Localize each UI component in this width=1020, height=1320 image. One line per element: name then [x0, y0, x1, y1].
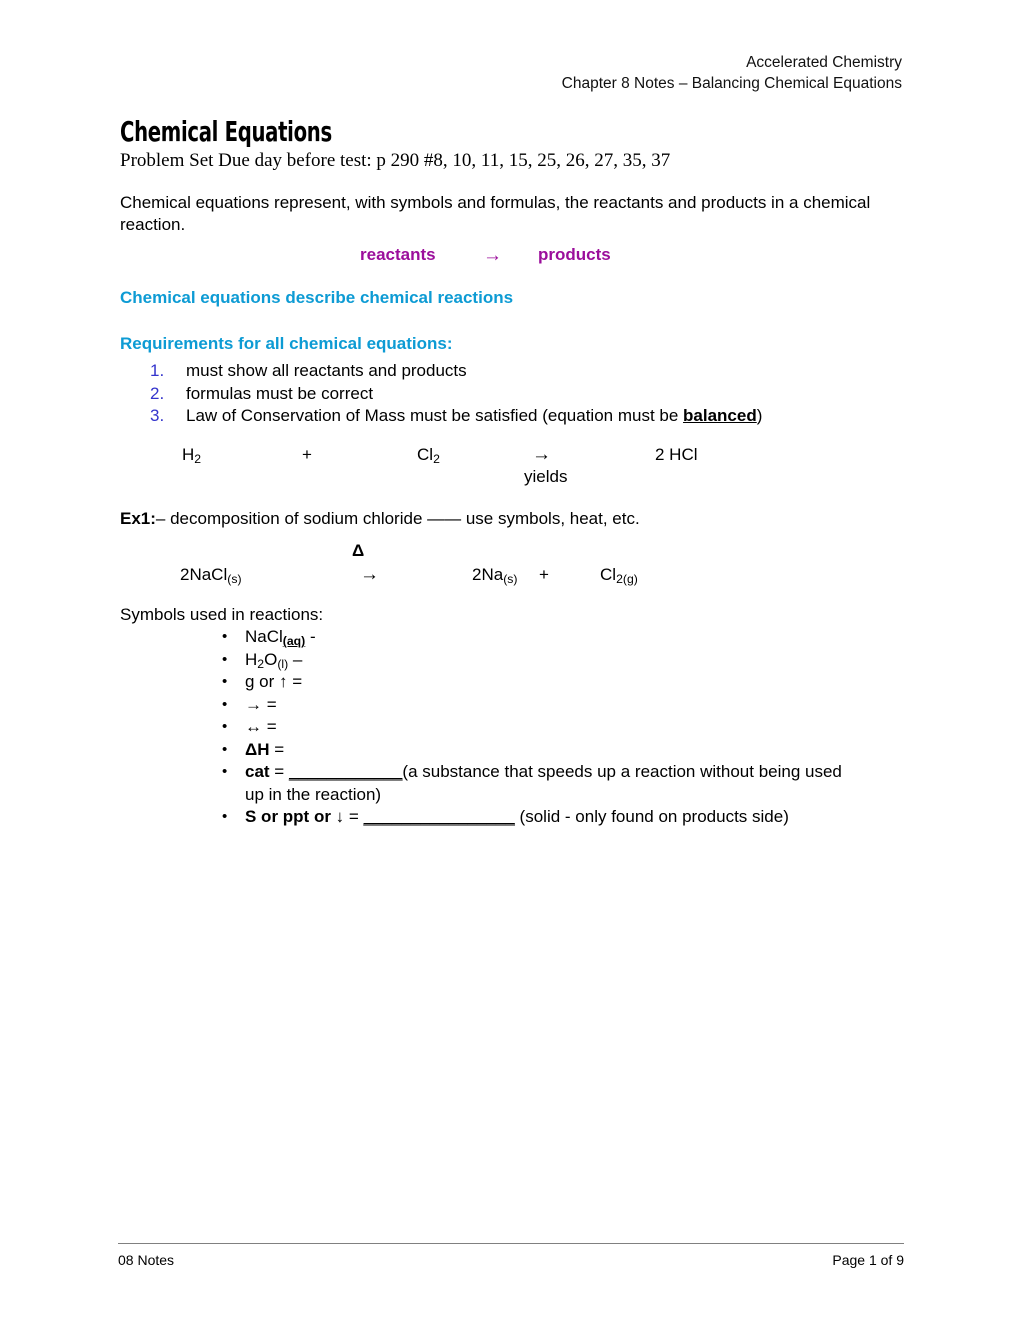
list-item: 2. formulas must be correct — [120, 383, 910, 406]
list-marker: 1. — [150, 361, 165, 380]
footer-page-number: Page 1 of 9 — [832, 1252, 904, 1268]
list-item: • → = — [120, 694, 910, 717]
reactants-label: reactants — [360, 245, 436, 264]
list-item-text: formulas must be correct — [186, 383, 374, 403]
products-label: products — [538, 245, 611, 264]
document-header: Accelerated Chemistry Chapter 8 Notes – … — [120, 52, 902, 94]
equation-sodium-chloride-decomposition: Δ 2NaCl(s) → 2Na(s) + Cl2(g) — [120, 540, 920, 588]
bullet-icon: • — [222, 650, 228, 668]
yields-arrow-icon: → — [532, 444, 551, 465]
yields-arrow-icon: → — [360, 564, 379, 585]
list-item: • ↔ = — [120, 716, 910, 739]
list-marker: 3. — [150, 406, 165, 425]
symbol-precipitate: S or ppt or ↓ = ________________ (solid … — [245, 807, 789, 826]
footer-divider — [118, 1243, 904, 1244]
header-line-chapter: Chapter 8 Notes – Balancing Chemical Equ… — [561, 75, 902, 92]
yields-arrow-label: yields — [524, 467, 568, 486]
equation-plus-sign: + — [302, 445, 312, 464]
equation-product-chlorine: Cl2(g) — [600, 565, 638, 587]
page-title: Chemical Equations — [120, 115, 332, 148]
list-marker: 2. — [150, 383, 165, 403]
equation-plus-sign: + — [539, 565, 549, 584]
document-footer: 08 Notes Page 1 of 9 — [118, 1251, 904, 1269]
delta-heat-symbol: Δ — [352, 541, 365, 560]
list-item: 3. Law of Conservation of Mass must be s… — [120, 405, 910, 428]
equation-reactant-cl2: Cl2 — [417, 445, 440, 467]
symbol-catalyst: cat = ____________(a substance that spee… — [245, 762, 842, 781]
list-item: • NaCl(aq) - — [120, 626, 910, 649]
list-item: • S or ppt or ↓ = ________________ (soli… — [120, 806, 910, 829]
equation-hydrogen-chlorine: H2 + Cl2 → yields 2 HCl — [120, 444, 920, 490]
symbol-catalyst-wrap: up in the reaction) — [245, 784, 382, 804]
example-label: Ex1: — [120, 509, 156, 528]
problem-set-line: Problem Set Due day before test: p 290 #… — [120, 150, 671, 171]
symbols-bullet-list: • NaCl(aq) - • H2O(l) – • g or ↑ = • → =… — [120, 626, 910, 829]
equation-reactant-nacl: 2NaCl(s) — [180, 565, 242, 587]
symbols-lead-in: Symbols used in reactions: — [120, 605, 324, 624]
symbol-enthalpy: ΔH = — [245, 739, 285, 759]
list-item: • H2O(l) – — [120, 649, 910, 672]
bullet-icon: • — [222, 718, 228, 735]
title-block: Chemical Equations Problem Set Due day b… — [120, 118, 920, 172]
symbol-yields-arrow: → = — [245, 694, 277, 714]
equation-product-hcl: 2 HCl — [655, 445, 698, 464]
list-item-text: must show all reactants and products — [186, 361, 467, 380]
document-page: Accelerated Chemistry Chapter 8 Notes – … — [0, 0, 1020, 1320]
symbol-water-liquid: H2O(l) – — [245, 649, 303, 671]
equation-reactant-h2: H2 — [182, 445, 202, 467]
bullet-icon: • — [222, 808, 228, 825]
symbol-reversible-arrow: ↔ = — [245, 717, 277, 736]
list-item: • g or ↑ = — [120, 671, 910, 694]
bullet-icon: • — [222, 695, 228, 713]
balanced-emphasis: balanced — [683, 406, 757, 425]
list-item-text-tail: ) — [756, 406, 763, 425]
list-item: 1. must show all reactants and products — [120, 360, 910, 383]
symbol-nacl-aq: NaCl(aq) - — [245, 627, 316, 649]
equation-product-sodium: 2Na(s) — [472, 565, 518, 587]
requirements-list: 1. must show all reactants and products … — [120, 360, 910, 428]
fill-in-blank: ________________ — [363, 807, 515, 826]
bullet-icon: • — [222, 740, 228, 758]
list-item: • ΔH = — [120, 739, 910, 762]
heading-describe-reactions: Chemical equations describe chemical rea… — [120, 288, 514, 307]
bullet-icon: • — [222, 673, 228, 690]
bullet-icon: • — [222, 628, 228, 645]
footer-file-label: 08 Notes — [118, 1252, 175, 1268]
fill-in-blank: ____________ — [288, 762, 403, 781]
header-line-course: Accelerated Chemistry — [746, 54, 902, 71]
list-item: • cat = ____________(a substance that sp… — [120, 761, 910, 806]
bullet-icon: • — [222, 763, 228, 780]
intro-paragraph: Chemical equations represent, with symbo… — [120, 193, 871, 234]
example-1-line: Ex1:– decomposition of sodium chloride —… — [120, 508, 920, 530]
list-item-text: Law of Conservation of Mass must be sati… — [186, 406, 684, 425]
symbol-gas-up-arrow: g or ↑ = — [245, 672, 303, 691]
heading-requirements: Requirements for all chemical equations: — [120, 334, 453, 353]
yields-arrow-icon: → — [483, 245, 502, 266]
example-text: – decomposition of sodium chloride —— us… — [155, 509, 640, 528]
